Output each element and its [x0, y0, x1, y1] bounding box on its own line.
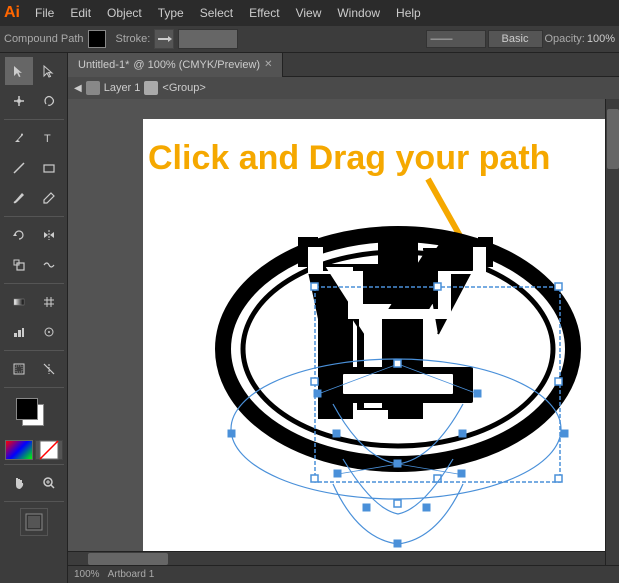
selection-handle-mr[interactable]: [555, 378, 562, 385]
artboard: Click and Drag your path: [143, 119, 619, 565]
selection-handle-tl[interactable]: [311, 283, 318, 290]
app-logo: Ai: [4, 4, 20, 22]
svg-text:T: T: [44, 133, 51, 145]
warp-tool[interactable]: [35, 251, 63, 279]
menu-edit[interactable]: Edit: [63, 4, 98, 22]
mesh-tool[interactable]: [35, 288, 63, 316]
pencil-tool[interactable]: [35, 184, 63, 212]
selection-handle-ml[interactable]: [311, 378, 318, 385]
stroke-style-line: ——: [426, 30, 486, 48]
document-tab-close[interactable]: ✕: [264, 59, 272, 70]
stroke-label: Stroke:: [116, 33, 151, 45]
magic-wand-tool[interactable]: [5, 87, 33, 115]
menu-select[interactable]: Select: [193, 4, 240, 22]
chart-tool[interactable]: [5, 318, 33, 346]
menu-effect[interactable]: Effect: [242, 4, 286, 22]
artboard-tool[interactable]: [5, 355, 33, 383]
lasso-tool[interactable]: [35, 87, 63, 115]
selection-handle-tc[interactable]: [434, 283, 441, 290]
slice-tool[interactable]: [35, 355, 63, 383]
selection-handle-bl[interactable]: [311, 475, 318, 482]
horizontal-scrollbar-thumb[interactable]: [88, 553, 168, 565]
line-segment-tool[interactable]: [5, 154, 33, 182]
layer-icon: [86, 81, 100, 95]
artboard-info: Artboard 1: [108, 569, 155, 580]
menu-view[interactable]: View: [289, 4, 329, 22]
breadcrumb-group: <Group>: [162, 82, 205, 94]
basic-preset[interactable]: Basic: [488, 30, 543, 48]
options-toolbar: Compound Path Stroke: —— Basic Opacity: …: [0, 26, 619, 53]
pen-tool[interactable]: [5, 124, 33, 152]
toolbox: T: [0, 53, 68, 583]
document-tab-title: Untitled-1*: [78, 59, 129, 71]
hand-tool[interactable]: [5, 469, 33, 497]
vertical-scrollbar-thumb[interactable]: [607, 109, 619, 169]
menu-file[interactable]: File: [28, 4, 61, 22]
reflect-tool[interactable]: [35, 221, 63, 249]
selection-handle-br[interactable]: [555, 475, 562, 482]
selection-handle-tr[interactable]: [555, 283, 562, 290]
paintbrush-tool[interactable]: [5, 184, 33, 212]
canvas-container[interactable]: Click and Drag your path: [68, 99, 619, 565]
menu-type[interactable]: Type: [151, 4, 191, 22]
color-mode-button[interactable]: [5, 440, 33, 460]
menu-window[interactable]: Window: [330, 4, 387, 22]
menu-object[interactable]: Object: [100, 4, 149, 22]
selection-tool[interactable]: [5, 57, 33, 85]
stroke-icon: [154, 29, 174, 49]
tab-bar: Untitled-1* @ 100% (CMYK/Preview) ✕: [68, 53, 619, 77]
none-swatch[interactable]: [35, 440, 63, 460]
zoom-level: 100%: [74, 569, 100, 580]
canvas-area: Untitled-1* @ 100% (CMYK/Preview) ✕ ◀ La…: [68, 53, 619, 583]
group-icon: [144, 81, 158, 95]
rotate-tool[interactable]: [5, 221, 33, 249]
document-tab-subtitle: @ 100% (CMYK/Preview): [133, 59, 260, 71]
breadcrumb-layer: Layer 1: [104, 82, 141, 94]
vertical-scrollbar[interactable]: [605, 99, 619, 565]
scale-tool[interactable]: [5, 251, 33, 279]
screen-mode-button[interactable]: [20, 508, 48, 536]
opacity-value: 100%: [587, 33, 615, 45]
opacity-label: Opacity:: [545, 33, 585, 45]
gradient-tool[interactable]: [5, 288, 33, 316]
foreground-color-swatch[interactable]: [16, 398, 38, 420]
horizontal-scrollbar[interactable]: [68, 551, 605, 565]
annotation-text: Click and Drag your path: [148, 139, 550, 177]
stroke-value-box[interactable]: [178, 29, 238, 49]
breadcrumb: ◀ Layer 1 <Group>: [68, 77, 619, 99]
main-layout: T: [0, 53, 619, 583]
symbol-sprayer-tool[interactable]: [35, 318, 63, 346]
document-tab[interactable]: Untitled-1* @ 100% (CMYK/Preview) ✕: [68, 53, 283, 77]
artwork-svg: Click and Drag your path: [143, 119, 619, 565]
rectangle-tool[interactable]: [35, 154, 63, 182]
menu-help[interactable]: Help: [389, 4, 428, 22]
menu-bar: Ai File Edit Object Type Select Effect V…: [0, 0, 619, 26]
style-preset-box: —— Basic Opacity: 100%: [426, 30, 616, 48]
type-tool[interactable]: T: [35, 124, 63, 152]
status-bar: 100% Artboard 1: [68, 565, 619, 583]
fill-swatch[interactable]: [88, 30, 106, 48]
object-type-label: Compound Path: [4, 33, 84, 45]
direct-selection-tool[interactable]: [35, 57, 63, 85]
breadcrumb-back-arrow[interactable]: ◀: [74, 83, 82, 94]
zoom-tool[interactable]: [35, 469, 63, 497]
